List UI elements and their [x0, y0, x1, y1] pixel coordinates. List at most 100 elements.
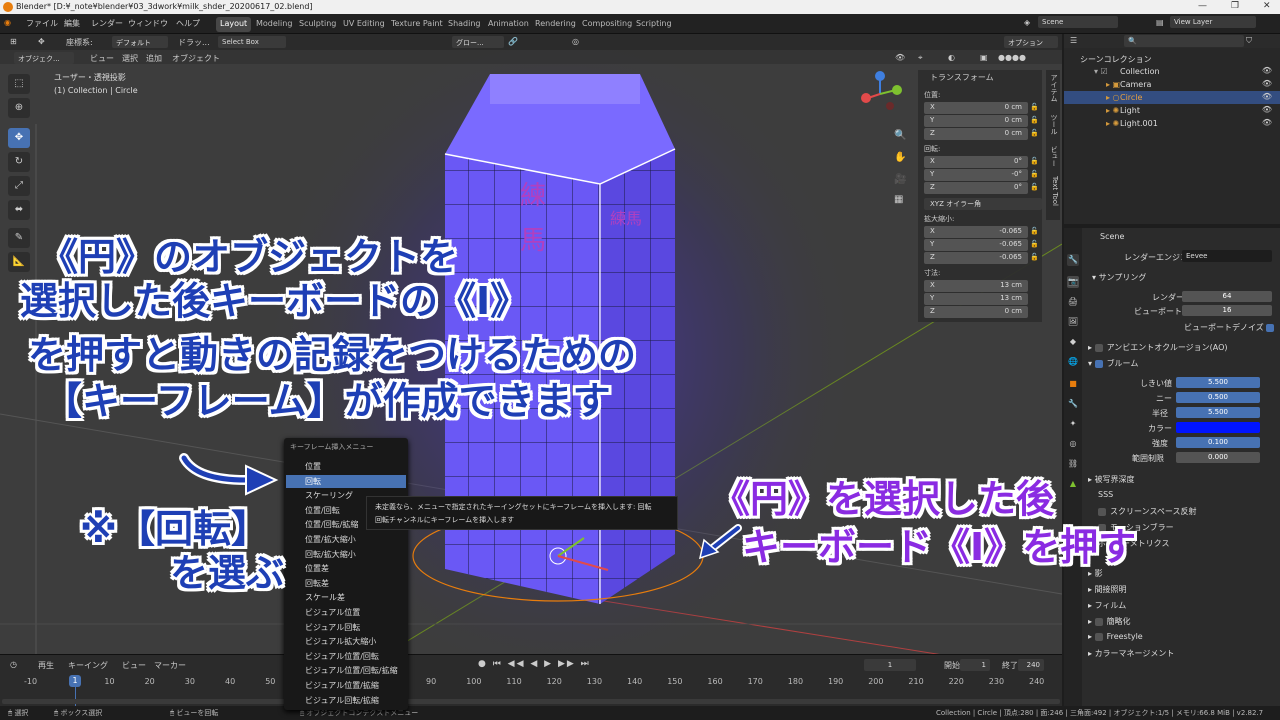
menu-render[interactable]: レンダー [91, 18, 123, 29]
minimize-button[interactable]: — [1198, 1, 1207, 11]
location-z-field[interactable]: Z0 cm [924, 128, 1028, 140]
menu-object[interactable]: オブジェクト [172, 53, 220, 64]
rotation-mode-dropdown[interactable]: XYZ オイラー角 [924, 198, 1042, 210]
scene-props-icon[interactable]: ◆ [1067, 336, 1079, 348]
sss-section[interactable]: SSS [1098, 490, 1113, 499]
keyframe-menu-item[interactable]: 位置差 [286, 562, 406, 575]
tab-item[interactable]: アイテム [1047, 74, 1059, 102]
gizmo-toggle-icon[interactable]: ⌖ [918, 53, 923, 63]
tab-scripting[interactable]: Scripting [632, 17, 676, 32]
drag-dropdown[interactable]: ドラッ... [178, 37, 210, 48]
dimensions-y-field[interactable]: Y 13 cm [924, 293, 1028, 305]
maximize-button[interactable]: ❐ [1231, 1, 1239, 11]
zoom-icon[interactable]: 🔍 [894, 130, 906, 141]
menu-help[interactable]: ヘルプ [176, 18, 200, 29]
ortho-toggle-icon[interactable]: ▦ [894, 194, 903, 205]
indirect-section[interactable]: ▸ 間接照明 [1088, 584, 1127, 595]
menu-keying[interactable]: キーイング [68, 660, 108, 671]
outliner-item-collection[interactable]: ▾ ☑ Collection 👁 [1064, 65, 1280, 78]
rotate-tool[interactable]: ↻ [8, 152, 30, 172]
menu-select[interactable]: 選択 [122, 53, 138, 64]
outliner-item-camera[interactable]: ▸ ▣ Camera 👁 [1064, 78, 1280, 91]
location-x-field[interactable]: X0 cm [924, 102, 1028, 114]
filter-icon[interactable]: ⛉ [1246, 36, 1252, 46]
ssr-section[interactable]: スクリーンスペース反射 [1098, 506, 1196, 517]
scale-y-field[interactable]: Y -0.065 [924, 239, 1028, 251]
current-frame-field[interactable]: 1 [864, 659, 916, 671]
lock-icon[interactable]: 🔓 [1030, 183, 1039, 191]
transform-tool[interactable]: ⬌ [8, 200, 30, 220]
blender-menu-icon[interactable]: ◉ [4, 18, 11, 27]
ao-section[interactable]: ▸ アンビエントオクルージョン(AO) [1088, 342, 1228, 353]
tab-animation[interactable]: Animation [484, 17, 533, 32]
bloom-radius-field[interactable]: 5.500 [1176, 407, 1260, 418]
tab-tool[interactable]: ツール [1047, 114, 1059, 135]
sampling-section[interactable]: ▾ サンプリング [1092, 272, 1146, 283]
lock-icon[interactable]: 🔓 [1030, 240, 1039, 248]
keyframe-menu-item[interactable]: ビジュアル回転 [286, 621, 406, 634]
visibility-icon[interactable]: 👁 [895, 53, 905, 62]
bloom-intensity-field[interactable]: 0.100 [1176, 437, 1260, 448]
tab-layout[interactable]: Layout [216, 17, 252, 32]
keyframe-menu-item[interactable]: スケール差 [286, 591, 406, 604]
tab-view[interactable]: ビュー [1047, 146, 1059, 167]
render-samples-field[interactable]: 64 [1182, 291, 1272, 302]
tab-sculpting[interactable]: Sculpting [295, 17, 340, 32]
overlay-toggle-icon[interactable]: ◐ [948, 53, 955, 62]
scale-tool[interactable]: ⤢ [8, 176, 30, 196]
lock-icon[interactable]: 🔓 [1030, 170, 1039, 178]
keyframe-menu-item[interactable]: ビジュアル回転/拡縮 [286, 694, 406, 707]
playback-controls[interactable]: ● ⏮ ◀◀ ◀ ▶ ▶▶ ⏭ [478, 659, 591, 669]
select-mode-dropdown[interactable]: Select Box [218, 36, 286, 48]
view-layer-selector[interactable]: View Layer [1170, 16, 1256, 28]
coord-system-dropdown[interactable]: デフォルト [112, 36, 168, 48]
viewport-denoise-checkbox[interactable]: ビューポートデノイズ [1184, 322, 1278, 333]
keyframe-menu-item[interactable]: ビジュアル位置 [286, 606, 406, 619]
mode-dropdown[interactable]: オブジェク... [14, 52, 74, 64]
tab-text-tool[interactable]: Text Tool [1047, 176, 1059, 206]
bloom-clamp-field[interactable]: 0.000 [1176, 452, 1260, 463]
close-button[interactable]: ✕ [1263, 1, 1271, 11]
output-props-icon[interactable]: 🖨 [1067, 296, 1079, 308]
keyframe-menu-item[interactable]: 位置/拡大縮小 [286, 533, 406, 546]
shadows-section[interactable]: ▸ 影 [1088, 568, 1103, 579]
options-dropdown[interactable]: オプション [1004, 36, 1058, 48]
keyframe-menu-item[interactable]: 回転 [286, 474, 406, 488]
color-management-section[interactable]: ▸ カラーマネージメント [1088, 648, 1174, 659]
transform-pivot-icon[interactable]: ✥ [38, 37, 45, 46]
particles-props-icon[interactable]: ✦ [1067, 418, 1079, 430]
lock-icon[interactable]: 🔓 [1030, 129, 1039, 137]
menu-window[interactable]: ウィンドウ [128, 18, 168, 29]
rotation-z-field[interactable]: Z 0° [924, 182, 1028, 194]
lock-icon[interactable]: 🔓 [1030, 227, 1039, 235]
render-engine-dropdown[interactable]: Eevee [1182, 250, 1272, 262]
keyframe-menu-item[interactable]: ビジュアル位置/回転 [286, 650, 406, 663]
shading-modes-icon[interactable]: ●●●● [998, 53, 1026, 62]
outliner-item-light[interactable]: ▸ ✺ Light 👁 [1064, 104, 1280, 117]
bloom-color-swatch[interactable] [1176, 422, 1260, 433]
data-props-icon[interactable]: ▲ [1067, 478, 1079, 490]
outliner-item-circle[interactable]: ▸ ○ Circle 👁 [1064, 91, 1280, 104]
dof-section[interactable]: ▸ 被写界深度 [1088, 474, 1135, 485]
outliner-item-light-001[interactable]: ▸ ✺ Light.001 👁 [1064, 117, 1280, 130]
location-y-field[interactable]: Y0 cm [924, 115, 1028, 127]
world-props-icon[interactable]: 🌐 [1067, 356, 1079, 368]
lock-icon[interactable]: 🔓 [1030, 103, 1039, 111]
menu-timeline-view[interactable]: ビュー [122, 660, 146, 671]
end-frame-field[interactable]: 240 [1018, 659, 1044, 671]
cursor-tool[interactable]: ⊕ [8, 98, 30, 118]
tab-uv-editing[interactable]: UV Editing [339, 17, 389, 32]
proportional-edit-icon[interactable]: ◎ [572, 37, 579, 46]
select-tool[interactable]: ⬚ [8, 74, 30, 94]
menu-edit[interactable]: 編集 [64, 18, 80, 29]
start-frame-field[interactable]: 1 [960, 659, 990, 671]
constraints-props-icon[interactable]: ⛓ [1067, 458, 1079, 470]
lock-icon[interactable]: 🔓 [1030, 253, 1039, 261]
rotation-x-field[interactable]: X 0° [924, 156, 1028, 168]
lock-icon[interactable]: 🔓 [1030, 116, 1039, 124]
menu-file[interactable]: ファイル [26, 18, 58, 29]
outliner-search-input[interactable]: 🔍 [1124, 35, 1244, 47]
tab-shading[interactable]: Shading [444, 17, 485, 32]
keyframe-menu-item[interactable]: ビジュアル拡大縮小 [286, 635, 406, 648]
dimensions-x-field[interactable]: X 13 cm [924, 280, 1028, 292]
